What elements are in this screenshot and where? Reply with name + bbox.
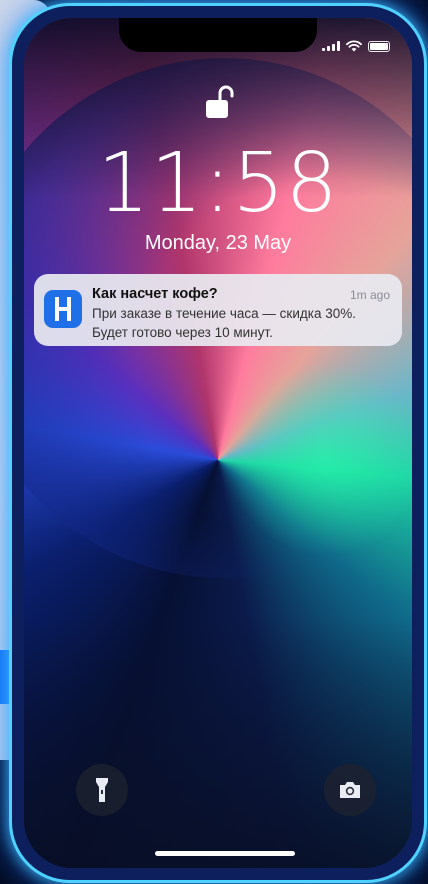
camera-icon <box>340 782 360 798</box>
clock-date: Monday, 23 May <box>144 232 292 254</box>
notification-banner[interactable]: Как насчет кофе? 1m ago При заказе в теч… <box>34 274 402 346</box>
notch <box>119 18 317 52</box>
clock-time: 11:58 <box>97 136 339 231</box>
camera-button[interactable] <box>324 764 376 816</box>
stage: 5 21 <box>0 0 428 884</box>
cellular-signal-icon <box>322 41 340 51</box>
battery-icon <box>368 40 390 52</box>
lock-screen: 11:58 Monday, 23 May Как насчет кофе? 1m… <box>24 18 412 868</box>
home-indicator[interactable] <box>155 851 295 856</box>
phone-frame: 11:58 Monday, 23 May Как насчет кофе? 1m… <box>12 6 424 880</box>
flashlight-icon <box>96 778 108 802</box>
notification-title: Как насчет кофе? <box>92 286 218 302</box>
app-logo-h-icon <box>55 297 71 321</box>
status-bar <box>322 40 390 52</box>
app-icon <box>44 290 82 328</box>
flashlight-button[interactable] <box>76 764 128 816</box>
unlocked-padlock-icon <box>206 85 234 118</box>
notification-time: 1m ago <box>349 288 390 302</box>
wifi-icon <box>346 40 362 52</box>
notification-body: При заказе в течение часа — скидка 30%. … <box>92 306 356 340</box>
wallpaper-bottom-shade <box>24 618 412 868</box>
